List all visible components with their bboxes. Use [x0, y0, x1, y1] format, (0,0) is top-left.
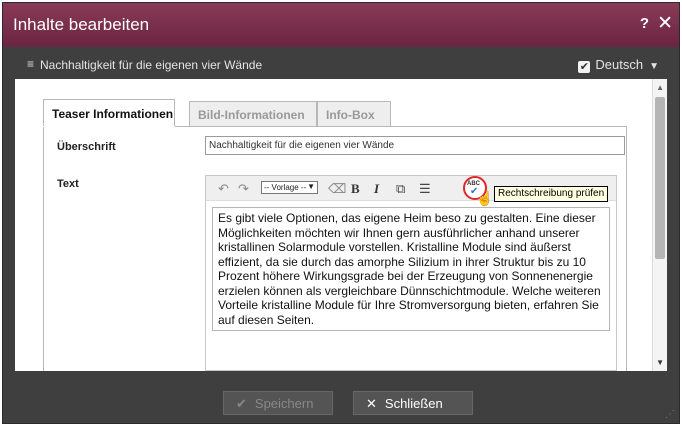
- dialog-title: Inhalte bearbeiten: [13, 15, 150, 34]
- document-icon: ≡: [27, 57, 35, 71]
- heading-input[interactable]: Nachhaltigkeit für die eigenen vier Wänd…: [205, 136, 625, 155]
- vertical-scrollbar[interactable]: ▲ ▼: [652, 79, 667, 371]
- scroll-down-icon[interactable]: ▼: [656, 358, 664, 367]
- text-label: Text: [57, 178, 79, 190]
- undo-icon[interactable]: ↶: [218, 181, 229, 197]
- language-selector[interactable]: ✔ Deutsch ▼: [578, 57, 659, 73]
- chevron-down-icon[interactable]: ▼: [649, 61, 659, 72]
- save-button[interactable]: ✔ Speichern: [223, 391, 333, 415]
- scroll-thumb[interactable]: [655, 97, 665, 259]
- scroll-up-icon[interactable]: ▲: [656, 83, 664, 92]
- document-title: Nachhaltigkeit für die eigenen vier Wänd…: [40, 58, 263, 72]
- close-button[interactable]: ✕ Schließen: [353, 391, 473, 415]
- close-label: Schließen: [384, 396, 443, 411]
- italic-button[interactable]: I: [374, 181, 379, 197]
- tab-teaser-informationen[interactable]: Teaser Informationen: [43, 99, 175, 126]
- save-label: Speichern: [254, 396, 314, 411]
- redo-icon[interactable]: ↷: [238, 181, 249, 197]
- tab-info-box[interactable]: Info-Box: [317, 101, 391, 126]
- close-icon[interactable]: ✕: [657, 12, 673, 35]
- check-icon: ✔: [236, 396, 247, 411]
- spellcheck-tooltip: Rechtschreibung prüfen: [494, 186, 609, 202]
- heading-label: Überschrift: [57, 141, 116, 153]
- language-label: Deutsch: [595, 57, 644, 72]
- text-body[interactable]: Es gibt viele Optionen, das eigene Heim …: [212, 207, 610, 331]
- help-button[interactable]: ?: [640, 15, 649, 32]
- style-select[interactable]: -- Vorlage -- ▼: [261, 181, 318, 194]
- bold-button[interactable]: B: [351, 181, 360, 197]
- document-bar: ≡ Nachhaltigkeit für die eigenen vier Wä…: [3, 54, 679, 76]
- list-icon[interactable]: ☰: [419, 181, 431, 197]
- edit-content-dialog: Inhalte bearbeiten ? ✕ ≡ Nachhaltigkeit …: [2, 2, 680, 424]
- style-select-value: -- Vorlage --: [264, 183, 307, 192]
- language-checkbox[interactable]: ✔: [578, 61, 591, 73]
- tab-bild-informationen[interactable]: Bild-Informationen: [189, 101, 317, 126]
- content-panel: Teaser Informationen Bild-Informationen …: [15, 79, 667, 371]
- link-icon[interactable]: ⧉: [396, 181, 405, 197]
- hand-cursor-icon: ☝: [476, 190, 494, 206]
- close-icon: ✕: [366, 396, 377, 411]
- resize-grip-icon[interactable]: ⋰: [665, 409, 675, 420]
- rich-text-editor: ↶ ↷ -- Vorlage -- ▼ ⌫ B I ⧉ ☰ ABC ✔ ☝ Es…: [205, 175, 617, 371]
- dialog-titlebar: Inhalte bearbeiten ? ✕: [3, 3, 679, 47]
- chevron-down-icon: ▼: [307, 182, 315, 191]
- eraser-icon[interactable]: ⌫: [328, 181, 346, 197]
